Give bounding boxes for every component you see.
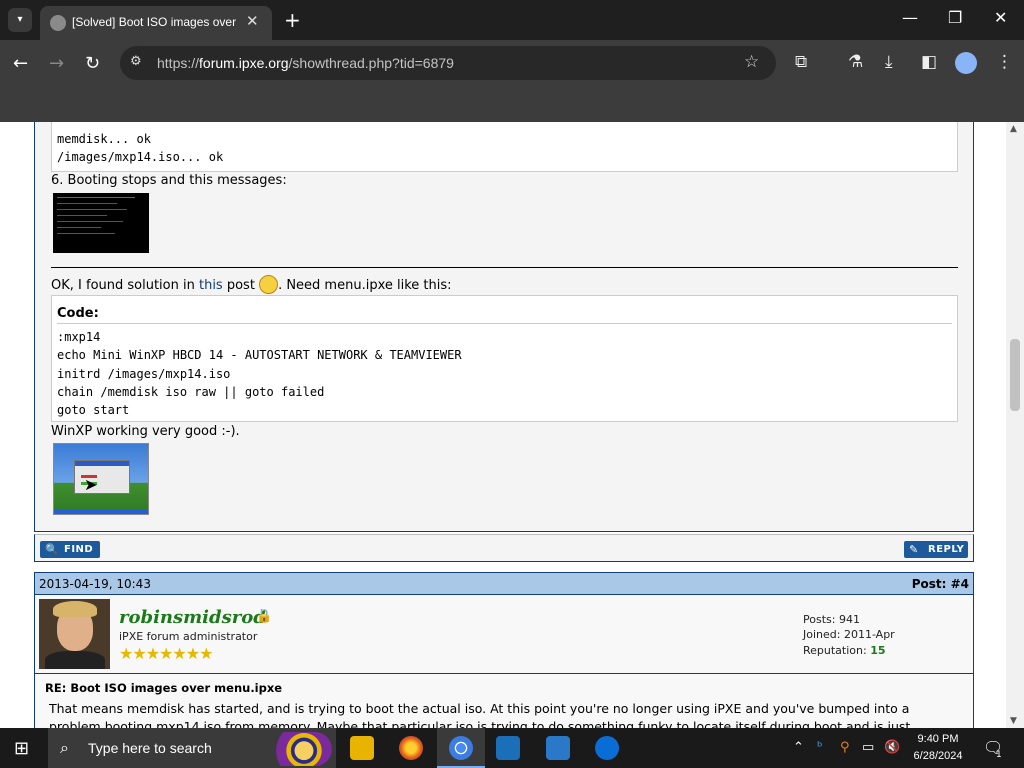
new-tab-icon[interactable]: + xyxy=(284,8,301,32)
user-avatar[interactable] xyxy=(39,599,110,669)
code-line: :mxp14 xyxy=(57,330,101,344)
extensions-icon[interactable]: ⧉ xyxy=(795,52,807,72)
taskbar-search-placeholder: Type here to search xyxy=(88,740,212,756)
code-line: initrd /images/mxp14.iso xyxy=(57,367,231,381)
tab-favicon xyxy=(50,15,66,31)
back-icon[interactable]: ← xyxy=(13,53,28,74)
chrome-icon xyxy=(449,736,473,760)
post-date: 2013-04-19, 10:43 xyxy=(39,577,151,591)
bing-tray-icon[interactable]: ᵇ xyxy=(817,740,823,755)
tab-close-icon[interactable]: ✕ xyxy=(246,12,259,30)
post-number-link[interactable]: Post: #4 xyxy=(912,577,969,591)
side-panel-icon[interactable]: ◧ xyxy=(921,52,937,72)
joined-date: Joined: 2011-Apr xyxy=(803,628,895,641)
scroll-up-icon[interactable]: ▲ xyxy=(1010,124,1017,134)
scroll-down-icon[interactable]: ▼ xyxy=(1010,716,1017,726)
search-highlight-icon xyxy=(262,732,332,766)
dialog-in-thumbnail xyxy=(74,460,130,494)
taskbar-search-box[interactable]: ⌕ Type here to search xyxy=(48,728,336,768)
magnifier-icon: 🔍 xyxy=(45,543,60,556)
posts-count: Posts: 941 xyxy=(803,613,860,626)
code-label-divider xyxy=(57,323,952,324)
post-subject: RE: Boot ISO images over menu.ipxe xyxy=(45,681,283,695)
browser-toolbar: ← → ↻ ⚙ https://forum.ipxe.org/showthrea… xyxy=(0,40,1024,122)
browser-tab-bar: ▾ [Solved] Boot ISO images over menu.ipx… xyxy=(0,0,1024,40)
profile-avatar-icon[interactable] xyxy=(955,52,977,74)
post-4-header: 2013-04-19, 10:43 Post: #4 xyxy=(34,572,974,595)
firefox-icon[interactable] xyxy=(399,736,423,760)
clock-time: 9:40 PM xyxy=(917,733,959,745)
code-line: goto start xyxy=(57,403,130,417)
tray-overflow-icon[interactable]: ⌃ xyxy=(793,740,804,755)
url-text[interactable]: https://forum.ipxe.org/showthread.php?ti… xyxy=(157,55,454,71)
menu-icon[interactable]: ⋮ xyxy=(996,52,1013,72)
bing-icon[interactable] xyxy=(595,736,619,760)
user-role: iPXE forum administrator xyxy=(119,630,258,643)
find-button[interactable]: 🔍 FIND xyxy=(40,541,100,558)
grin-smiley-icon xyxy=(259,275,279,294)
reply-button[interactable]: ✎ REPLY xyxy=(904,541,968,558)
restore-icon[interactable]: ❐ xyxy=(948,8,962,27)
this-post-link[interactable]: this xyxy=(199,278,223,293)
reload-icon[interactable]: ↻ xyxy=(85,53,100,74)
file-explorer-icon[interactable] xyxy=(350,736,374,760)
error-screenshot-thumbnail[interactable] xyxy=(53,193,149,253)
reputation-value-link[interactable]: 15 xyxy=(870,644,885,657)
scroll-thumb[interactable] xyxy=(1010,339,1020,411)
reputation: Reputation: 15 xyxy=(803,644,886,657)
username-link[interactable]: robinsmidsrod xyxy=(119,607,266,628)
code-line: echo Mini WinXP HBCD 14 - AUTOSTART NETW… xyxy=(57,348,462,362)
app-window-icon[interactable] xyxy=(546,736,570,760)
notification-count: 1 xyxy=(996,750,1002,760)
step-6-text: 6. Booting stops and this messages: xyxy=(51,173,287,188)
forward-icon[interactable]: → xyxy=(49,53,64,74)
tab-search-icon[interactable]: ▾ xyxy=(8,8,32,32)
reply-icon: ✎ xyxy=(909,543,919,556)
search-icon: ⌕ xyxy=(60,738,69,757)
taskbar-clock[interactable]: 9:40 PM 6/28/2024 xyxy=(906,731,970,765)
downloads-icon[interactable]: ⤓ xyxy=(885,52,893,72)
code-line: memdisk... ok xyxy=(57,132,151,146)
bookmark-star-icon[interactable]: ☆ xyxy=(744,52,759,72)
rank-stars-icon: ★★★★★★★ xyxy=(119,644,213,663)
search-tray-icon[interactable]: ⚲ xyxy=(840,740,850,755)
post-body-line: problem booting mxp14.iso from memory. M… xyxy=(49,719,911,728)
network-icon[interactable]: ▭ xyxy=(862,740,874,755)
close-window-icon[interactable]: ✕ xyxy=(994,8,1007,27)
code-label: Code: xyxy=(57,306,99,321)
code-block-menu-ipxe: Code: :mxp14 echo Mini WinXP HBCD 14 - A… xyxy=(51,295,958,422)
post-4-body: robinsmidsrod 🔒 iPXE forum administrator… xyxy=(34,595,974,728)
solution-text: OK, I found solution in this post . Need… xyxy=(51,275,452,294)
code-block-output: memdisk... ok /images/mxp14.iso... ok xyxy=(51,122,958,172)
virtualbox-icon[interactable] xyxy=(496,736,520,760)
winxp-screenshot-thumbnail[interactable] xyxy=(53,443,149,515)
chrome-taskbar-slot[interactable] xyxy=(437,728,485,768)
clock-date: 6/28/2024 xyxy=(913,750,963,762)
volume-muted-icon[interactable]: 🔇 xyxy=(884,740,900,755)
windows-start-icon[interactable]: ⊞ xyxy=(14,738,29,759)
labs-icon[interactable]: ⚗ xyxy=(848,52,863,72)
mouse-cursor-icon: ➤ xyxy=(84,475,98,494)
post-body-line: That means memdisk has started, and is t… xyxy=(49,701,910,716)
minimize-icon[interactable]: — xyxy=(902,8,918,27)
active-tab[interactable]: [Solved] Boot ISO images over menu.ipxe … xyxy=(40,6,272,40)
page-scrollbar[interactable]: ▲ ▼ xyxy=(1006,122,1024,728)
windows-taskbar: ⊞ ⌕ Type here to search ⌃ ᵇ ⚲ ▭ 🔇 9:40 P… xyxy=(0,728,1024,768)
divider xyxy=(51,267,958,268)
tab-title: [Solved] Boot ISO images over menu.ipxe xyxy=(72,15,240,29)
page-viewport: memdisk... ok /images/mxp14.iso... ok 6.… xyxy=(0,122,1006,728)
post-3: memdisk... ok /images/mxp14.iso... ok 6.… xyxy=(34,122,974,532)
code-line: chain /memdisk iso raw || goto failed xyxy=(57,385,325,399)
winxp-working-text: WinXP working very good :-). xyxy=(51,424,240,439)
offline-status-icon: 🔒 xyxy=(256,609,273,624)
code-line: /images/mxp14.iso... ok xyxy=(57,150,224,164)
address-bar[interactable]: ⚙ https://forum.ipxe.org/showthread.php?… xyxy=(120,46,776,80)
post-4-divider xyxy=(35,673,973,674)
post-3-actions: 🔍 FIND ✎ REPLY xyxy=(34,534,974,562)
site-info-icon[interactable]: ⚙ xyxy=(130,54,142,69)
